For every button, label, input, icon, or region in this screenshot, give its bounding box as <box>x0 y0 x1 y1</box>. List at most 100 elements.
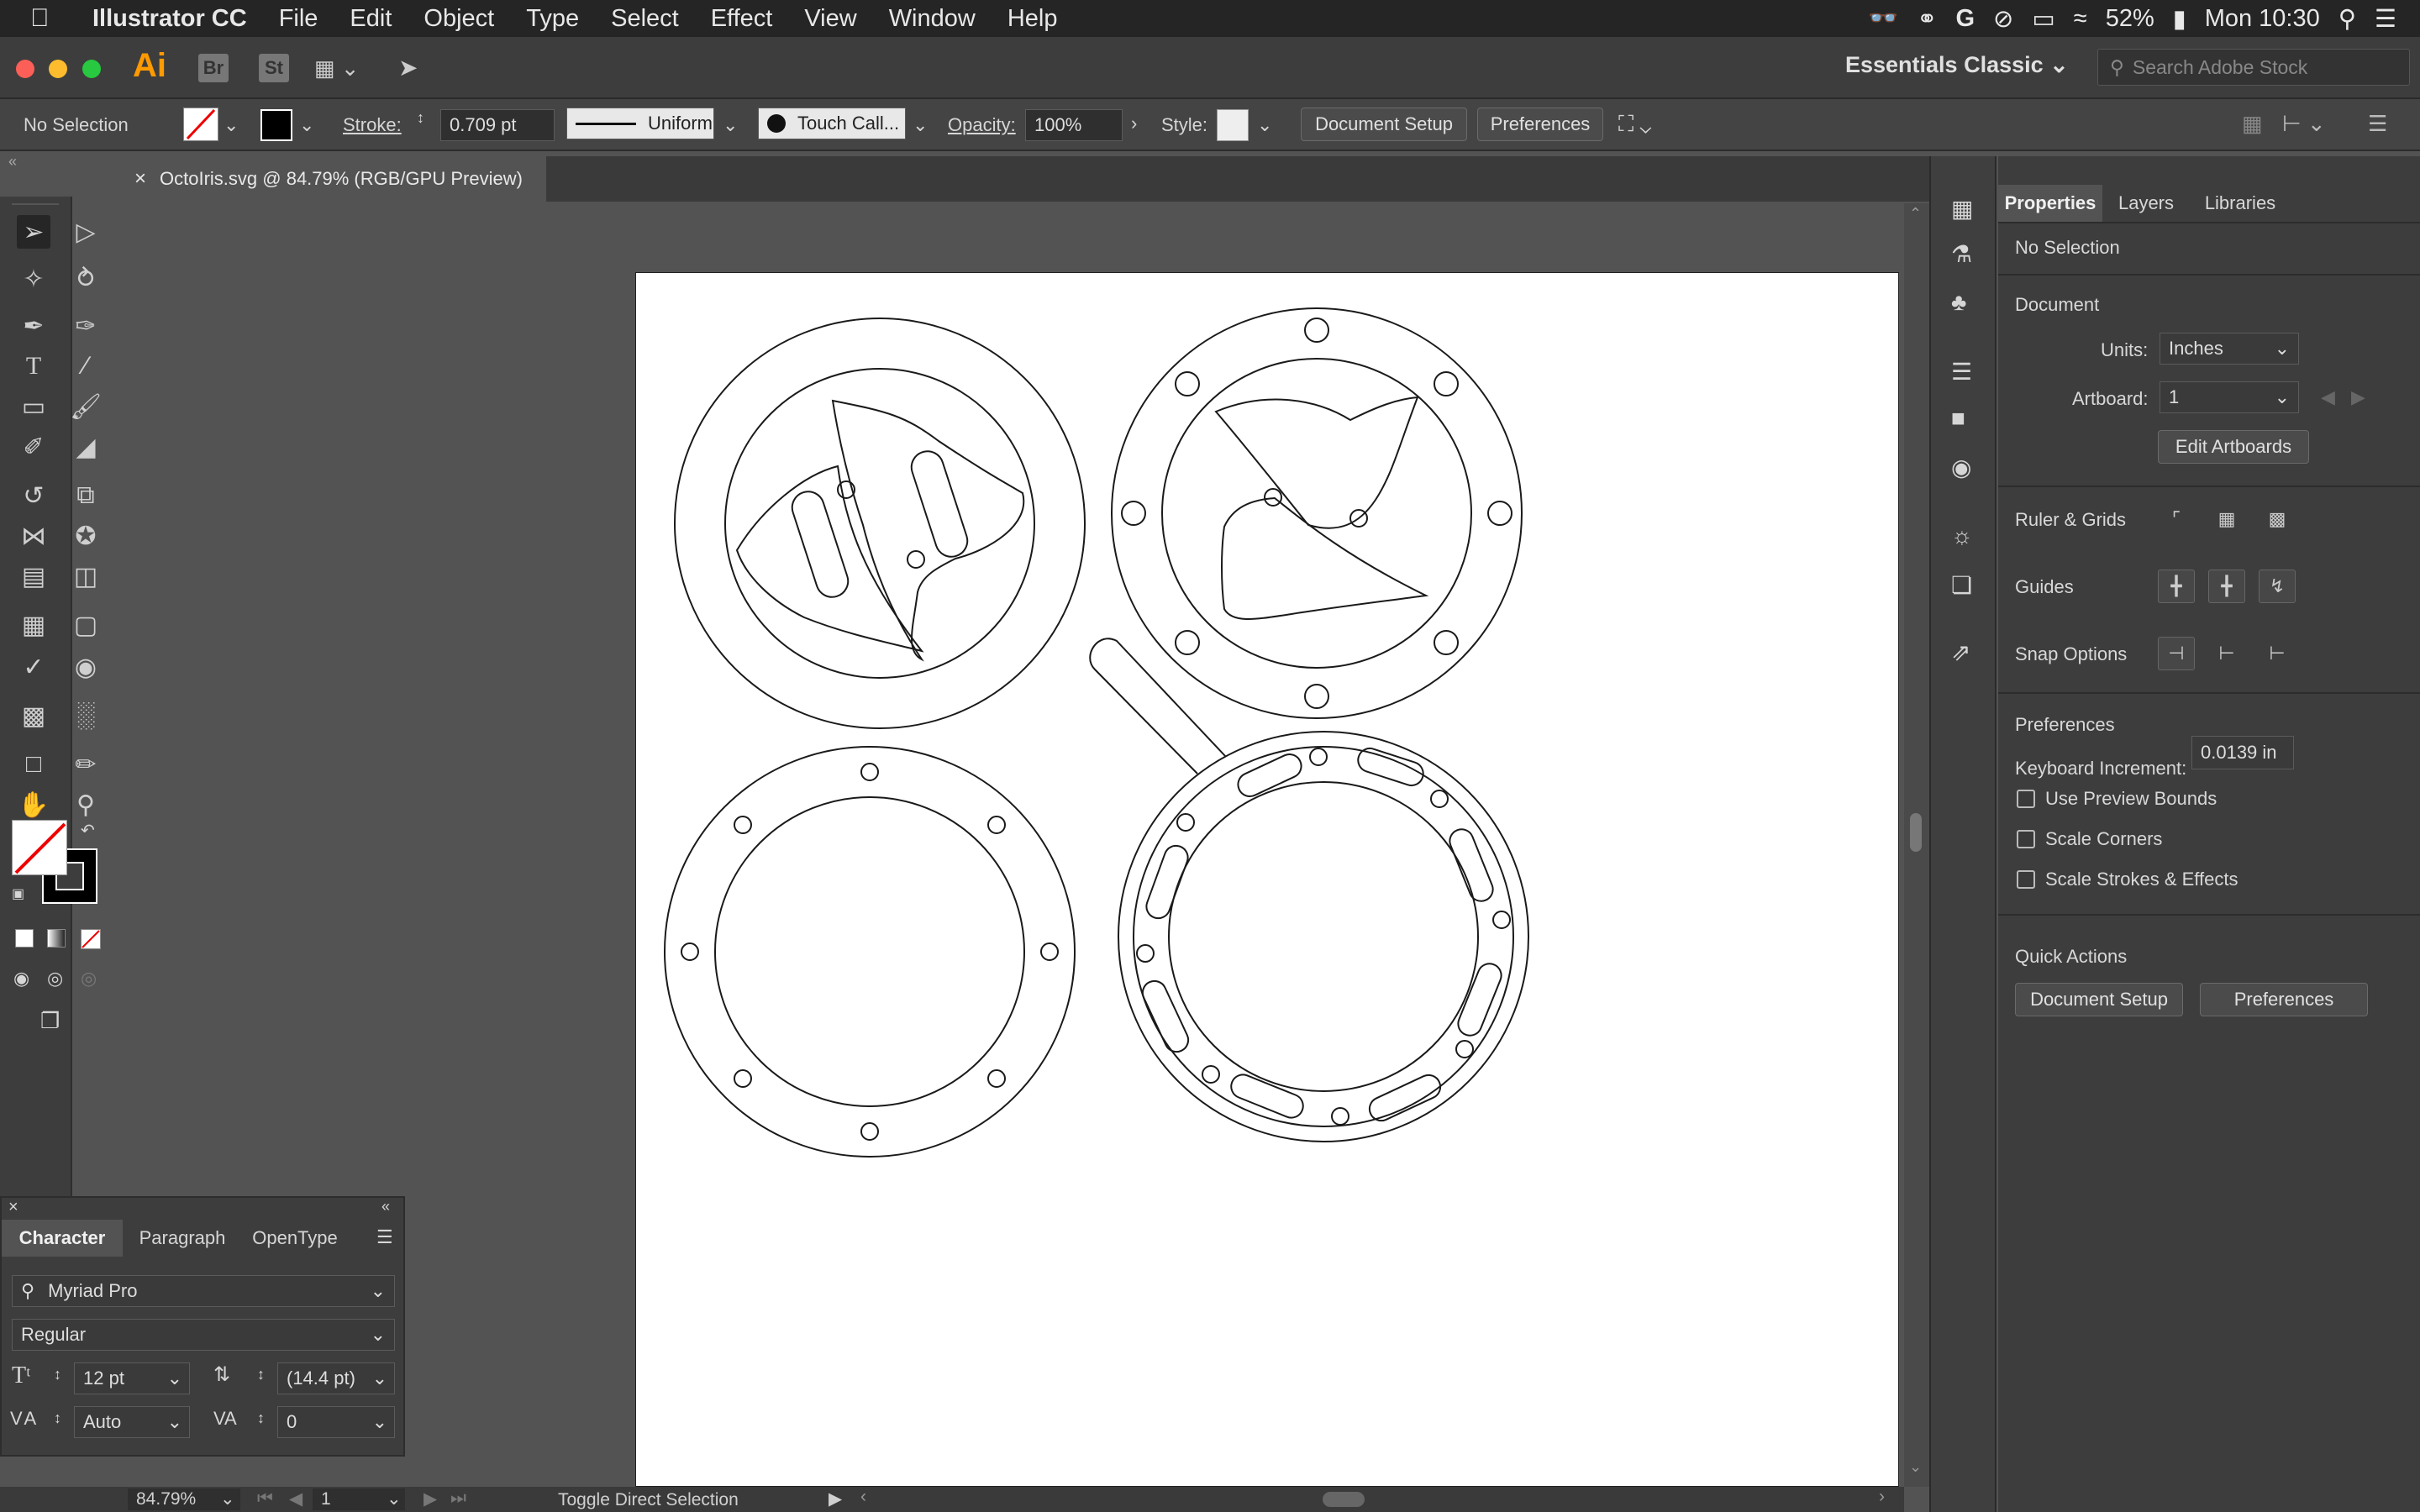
stock-button[interactable]: St <box>259 54 289 82</box>
zoom-tool-icon[interactable]: ⚲ <box>69 788 103 822</box>
rotate-tool-icon[interactable]: ↺ <box>17 479 50 512</box>
units-select[interactable]: Inches ⌄ <box>2160 333 2299 365</box>
draw-inside-icon[interactable]: ◎ <box>81 968 97 990</box>
apple-menu-icon[interactable]:  <box>30 4 64 33</box>
tab-libraries[interactable]: Libraries <box>2190 185 2291 222</box>
arrange-icon[interactable]: ⛶ ⌄ <box>1618 111 1651 138</box>
lasso-tool-icon[interactable]: ⥁ <box>69 262 103 296</box>
direct-selection-tool-icon[interactable]: ▷ <box>69 215 103 249</box>
opacity-arrow-icon[interactable]: › <box>1131 113 1137 134</box>
stroke-label[interactable]: Stroke: <box>343 114 402 136</box>
export-panel-icon[interactable]: ⇗ <box>1951 638 1970 666</box>
selection-tool-icon[interactable]: ➢ <box>17 215 50 249</box>
rectangle-tool-icon[interactable]: ▭ <box>17 390 50 423</box>
creative-cloud-icon[interactable]: ⚭ <box>1917 4 1937 34</box>
keyboard-increment-field[interactable]: 0.0139 in <box>2191 736 2294 769</box>
type-tool-icon[interactable]: T <box>17 349 50 383</box>
opacity-field[interactable]: 100% <box>1025 109 1123 141</box>
scroll-right-icon[interactable]: › <box>1879 1487 1885 1507</box>
scroll-left-icon[interactable]: ‹ <box>860 1487 866 1507</box>
stroke-panel-icon[interactable]: ☰ <box>1951 358 1972 386</box>
artboard-tool-icon[interactable]: □ <box>17 748 50 781</box>
do-not-disturb-icon[interactable]: ⊘ <box>1993 4 2013 34</box>
stroke-weight-field[interactable]: 0.709 pt <box>440 109 555 141</box>
lock-guides-icon[interactable]: ╋ <box>2208 570 2245 603</box>
arrange-documents-icon[interactable]: ▦ ⌄ <box>314 55 360 81</box>
snap-to-point-icon[interactable]: ⊣ <box>2158 637 2195 670</box>
wifi-icon[interactable]: ≈ <box>2074 5 2087 33</box>
swap-fill-stroke-icon[interactable]: ↶ <box>81 820 95 841</box>
properties-panel-icon[interactable]: ▦ <box>1951 195 1973 223</box>
variable-width-profile[interactable]: Uniform <box>566 108 714 139</box>
smart-guides-icon[interactable]: ↯ <box>2259 570 2296 603</box>
stroke-stepper-icon[interactable]: ↕ <box>417 109 424 127</box>
vertical-scroll-thumb[interactable] <box>1910 813 1922 852</box>
perspective-grid-tool-icon[interactable]: ▦ <box>17 608 50 642</box>
brush-definition[interactable]: Touch Call... <box>758 108 906 139</box>
none-mode-icon[interactable] <box>81 929 101 949</box>
appearance-panel-icon[interactable]: ☼ <box>1951 522 1973 549</box>
snap-to-pixel-icon[interactable]: ⊢ <box>2259 637 2296 670</box>
collapse-toolbar-icon[interactable]: « <box>8 153 17 171</box>
artboard[interactable] <box>635 272 1899 1487</box>
leading-field[interactable]: (14.4 pt) ⌄ <box>277 1362 395 1394</box>
shape-builder-tool-icon[interactable]: ◫ <box>69 559 103 593</box>
google-icon[interactable]: G <box>1955 5 1975 33</box>
menu-type[interactable]: Type <box>526 5 579 33</box>
stroke-dropdown-icon[interactable]: ⌄ <box>299 114 314 136</box>
fill-swatch[interactable] <box>183 108 218 141</box>
kerning-stepper[interactable]: ↕ <box>54 1410 61 1427</box>
kerning-field[interactable]: Auto ⌄ <box>74 1406 190 1438</box>
menu-object[interactable]: Object <box>424 5 494 33</box>
graphic-style-swatch[interactable] <box>1217 109 1249 141</box>
magic-wand-tool-icon[interactable]: ✧ <box>17 262 50 296</box>
battery-icon[interactable]: ▮ <box>2173 4 2186 34</box>
rulers-icon[interactable]: ⌜ <box>2158 502 2195 536</box>
artboard-select[interactable]: 1 ⌄ <box>2160 381 2299 413</box>
transform-icon[interactable]: ⊢ ⌄ <box>2282 111 2326 137</box>
qa-preferences-button[interactable]: Preferences <box>2200 983 2368 1016</box>
clock[interactable]: Mon 10:30 <box>2205 5 2320 33</box>
tab-opentype[interactable]: OpenType <box>240 1220 350 1257</box>
fill-dropdown-icon[interactable]: ⌄ <box>224 114 239 136</box>
menu-select[interactable]: Select <box>611 5 679 33</box>
leading-stepper[interactable]: ↕ <box>257 1366 265 1383</box>
scroll-up-icon[interactable]: ⌃ <box>1909 205 1922 223</box>
tracking-field[interactable]: 0 ⌄ <box>277 1406 395 1438</box>
font-family-field[interactable]: ⚲ Myriad Pro ⌄ <box>12 1275 395 1307</box>
font-style-field[interactable]: Regular ⌄ <box>12 1319 395 1351</box>
graph-tool-icon[interactable]: ░ <box>69 699 103 732</box>
next-artboard-icon[interactable]: ▶ <box>2351 386 2365 408</box>
iris-part-d[interactable] <box>1089 638 1529 1142</box>
artboard-number-dropdown-icon[interactable]: ⌄ <box>387 1488 402 1509</box>
prev-artboard-nav-icon[interactable]: ◀ <box>289 1488 302 1509</box>
screen-mode-icon[interactable]: ❐ <box>40 1008 60 1034</box>
gradient-tool-icon[interactable]: ▢ <box>69 608 103 642</box>
qa-document-setup-button[interactable]: Document Setup <box>2015 983 2183 1016</box>
edit-artboards-button[interactable]: Edit Artboards <box>2158 430 2309 464</box>
pen-tool-icon[interactable]: ✒ <box>17 309 50 343</box>
graphic-styles-icon[interactable]: ❏ <box>1951 571 1972 599</box>
symbols-icon[interactable]: ♣ <box>1951 289 1966 316</box>
symbol-sprayer-tool-icon[interactable]: ▩ <box>17 699 50 732</box>
minimize-window-button[interactable] <box>49 60 67 78</box>
grid-icon[interactable]: ▦ <box>2208 502 2245 536</box>
last-artboard-icon[interactable]: ⏭ <box>450 1488 466 1509</box>
stock-search-input[interactable]: ⚲ Search Adobe Stock <box>2097 49 2410 86</box>
stroke-swatch[interactable] <box>260 109 292 141</box>
tab-properties[interactable]: Properties <box>1998 185 2102 222</box>
close-window-button[interactable] <box>16 60 34 78</box>
bridge-button[interactable]: Br <box>198 54 229 82</box>
blend-tool-icon[interactable]: ◉ <box>69 650 103 684</box>
tracking-stepper[interactable]: ↕ <box>257 1410 265 1427</box>
transparency-grid-icon[interactable]: ▩ <box>2259 502 2296 536</box>
fill-color-box[interactable] <box>12 820 67 875</box>
align-icon[interactable]: ▦ <box>2242 111 2263 137</box>
line-tool-icon[interactable]: ∕ <box>69 349 103 383</box>
shaper-tool-icon[interactable]: ✐ <box>17 430 50 464</box>
style-dropdown-icon[interactable]: ⌄ <box>1257 114 1272 136</box>
notification-center-icon[interactable]: ☰ <box>2375 4 2396 34</box>
control-menu-icon[interactable]: ☰ <box>2368 111 2387 137</box>
cc-libraries-icon[interactable]: ⚗ <box>1951 240 1972 268</box>
default-fill-stroke-icon[interactable]: ▣ <box>12 885 24 902</box>
